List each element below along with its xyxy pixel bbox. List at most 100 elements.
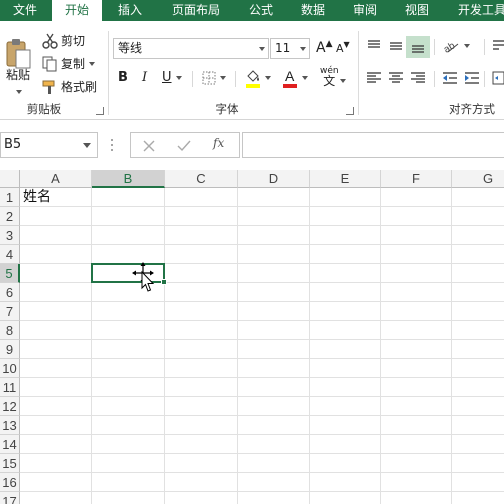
font-dialog-launcher[interactable] [346,107,354,115]
font-name-combo[interactable]: 等线 [113,38,269,59]
wrap-text-button[interactable] [492,39,504,53]
align-center-button[interactable] [388,71,404,85]
wrap-text-icon [493,40,504,50]
row-header-10[interactable]: 10 [0,359,20,378]
formula-buttons: fx [130,132,240,158]
align-right-button[interactable] [410,71,426,85]
cell-A1[interactable]: 姓名 [23,188,51,207]
row-header-11[interactable]: 11 [0,378,20,397]
font-size-combo[interactable]: 11 [270,38,310,59]
column-header-G[interactable]: G [452,170,504,188]
column-header-D[interactable]: D [238,170,310,188]
row-header-7[interactable]: 7 [0,302,20,321]
borders-button[interactable] [202,71,226,85]
gridline [20,320,504,321]
group-separator [108,31,109,115]
column-header-B[interactable]: B [92,170,165,188]
orientation-button[interactable]: ab [442,38,470,54]
row-header-13[interactable]: 13 [0,416,20,435]
gridline [309,188,310,504]
tab-review[interactable]: 审阅 [342,0,388,21]
shrink-font-button[interactable]: A ▼ [336,40,350,55]
align-top-button[interactable] [366,39,382,53]
tab-file[interactable]: 文件 [0,0,50,21]
formula-bar-grip-icon[interactable] [110,138,114,152]
row-header-8[interactable]: 8 [0,321,20,340]
insert-function-button[interactable]: fx [213,136,224,150]
cancel-icon[interactable] [143,140,155,152]
phonetic-dropdown-arrow[interactable] [340,79,346,83]
column-header-C[interactable]: C [165,170,238,188]
format-painter-button[interactable]: 格式刷 [42,78,97,95]
row-header-9[interactable]: 9 [0,340,20,359]
tab-view[interactable]: 视图 [394,0,440,21]
tab-developer[interactable]: 开发工具 [446,0,504,21]
underline-dropdown-arrow[interactable] [175,75,182,80]
tab-home[interactable]: 开始 [52,0,102,22]
italic-button[interactable]: I [142,70,147,85]
gridline [20,358,504,359]
fill-handle[interactable] [161,279,167,285]
underline-icon: U [162,70,172,85]
tab-page-layout[interactable]: 页面布局 [160,0,232,21]
fill-color-button[interactable] [245,68,271,88]
name-box[interactable]: B5 [0,132,98,158]
row-header-17[interactable]: 17 [0,492,20,504]
group-separator [358,31,359,115]
row-header-6[interactable]: 6 [0,283,20,302]
gridline [380,188,381,504]
formula-input[interactable] [242,132,504,158]
align-bottom-button[interactable] [406,36,430,58]
bold-button[interactable]: B [118,70,128,85]
worksheet-grid[interactable]: A B C D E F G 1 2 3 4 5 6 7 8 9 10 11 12 13 14 15 16 17 姓名 [0,170,504,504]
copy-button[interactable]: 复制 [42,55,96,72]
font-name-value: 等线 [118,41,143,55]
orientation-dropdown-arrow[interactable] [464,44,470,48]
decrease-indent-button[interactable] [442,71,458,85]
underline-button[interactable]: U [162,70,182,85]
row-header-12[interactable]: 12 [0,397,20,416]
tab-data[interactable]: 数据 [290,0,336,21]
column-header-E[interactable]: E [310,170,381,188]
row-header-16[interactable]: 16 [0,473,20,492]
row-header-2[interactable]: 2 [0,207,20,226]
fill-color-dropdown-arrow[interactable] [265,76,271,80]
gridline [20,415,504,416]
gridline [20,301,504,302]
ribbon: 粘贴 剪切 复制 格式刷 剪贴板 等线 11 A ▲ A ▼ B I U A w… [0,21,504,120]
row-header-15[interactable]: 15 [0,454,20,473]
divider [484,71,485,87]
tab-formulas[interactable]: 公式 [238,0,284,21]
row-header-14[interactable]: 14 [0,435,20,454]
column-header-F[interactable]: F [381,170,452,188]
row-header-1[interactable]: 1 [0,188,20,207]
align-left-button[interactable] [366,71,382,85]
borders-dropdown-arrow[interactable] [220,76,226,80]
gridline [20,339,504,340]
row-header-4[interactable]: 4 [0,245,20,264]
font-group-label: 字体 [215,102,239,116]
align-middle-button[interactable] [388,39,404,53]
grow-font-icon: A [316,40,326,56]
select-all-corner[interactable] [0,170,20,188]
increase-indent-icon [465,72,479,84]
paste-dropdown-arrow[interactable] [12,83,22,97]
ribbon-tab-bar: 文件 开始 插入 页面布局 公式 数据 审阅 视图 开发工具 [0,0,504,22]
row-header-5[interactable]: 5 [0,264,20,283]
merge-center-button[interactable] [492,71,504,85]
font-color-dropdown-arrow[interactable] [302,76,308,80]
grow-font-button[interactable]: A ▲ [316,39,333,56]
tab-insert[interactable]: 插入 [104,0,156,21]
clipboard-dialog-launcher[interactable] [96,107,104,115]
copy-dropdown-arrow[interactable] [89,61,96,66]
check-icon[interactable] [177,140,191,152]
increase-indent-button[interactable] [464,71,480,85]
align-left-icon [367,72,381,83]
row-header-3[interactable]: 3 [0,226,20,245]
phonetic-button[interactable]: wén 文 [320,66,339,87]
column-header-A[interactable]: A [20,170,92,188]
cut-button[interactable]: 剪切 [42,32,85,49]
format-painter-label: 格式刷 [61,80,98,94]
font-color-button[interactable]: A [282,68,308,88]
chevron-down-icon [300,47,306,51]
